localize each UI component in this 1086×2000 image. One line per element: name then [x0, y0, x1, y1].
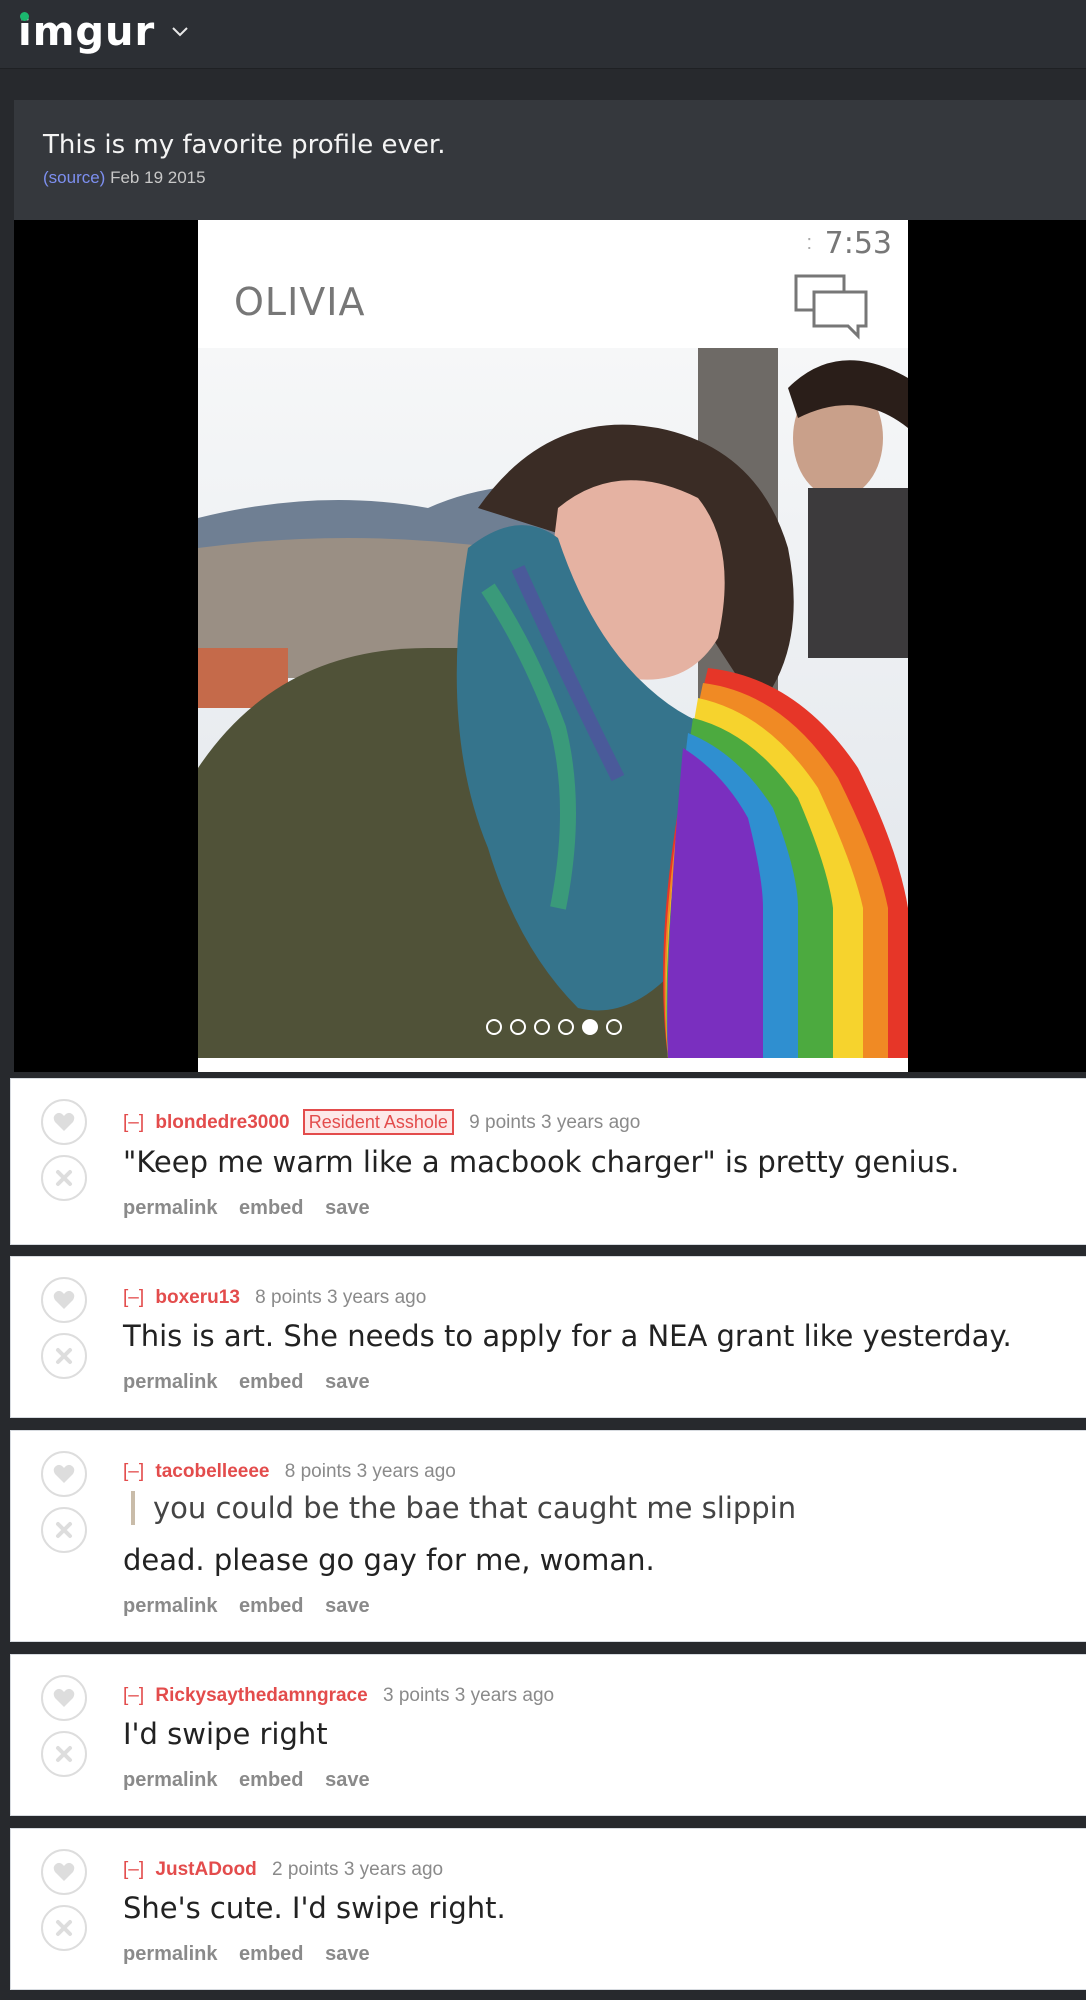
vote-controls [41, 1849, 91, 1951]
comment-author[interactable]: blondedre3000 [155, 1112, 289, 1133]
save-link[interactable]: save [325, 1197, 370, 1219]
embed-link[interactable]: embed [239, 1371, 303, 1393]
comment: [–] tacobelleeee 8 points 3 years ago yo… [10, 1430, 1086, 1642]
close-icon [56, 1348, 72, 1364]
post-image[interactable]: : 7:53 OLIVIA [14, 220, 1086, 1072]
chevron-down-icon[interactable] [171, 26, 189, 38]
close-icon [56, 1746, 72, 1762]
save-link[interactable]: save [325, 1371, 370, 1393]
permalink-link[interactable]: permalink [123, 1595, 217, 1617]
top-bar: imgur [0, 0, 1086, 69]
comment-actions: permalink embed save [123, 1371, 386, 1394]
comment-points: 8 points 3 years ago [255, 1287, 427, 1308]
upvote-button[interactable] [41, 1277, 87, 1323]
save-link[interactable]: save [325, 1595, 370, 1617]
comment: [–] boxeru13 8 points 3 years ago This i… [10, 1256, 1086, 1418]
collapse-toggle[interactable]: [–] [123, 1685, 144, 1706]
vote-controls [41, 1099, 91, 1201]
post-header: This is my favorite profile ever. (sourc… [14, 100, 1086, 220]
permalink-link[interactable]: permalink [123, 1371, 217, 1393]
comment-body: She's cute. I'd swipe right. [123, 1891, 506, 1925]
phone-screenshot: : 7:53 OLIVIA [198, 220, 908, 1072]
upvote-button[interactable] [41, 1675, 87, 1721]
embed-link[interactable]: embed [239, 1769, 303, 1791]
vote-controls [41, 1675, 91, 1777]
permalink-link[interactable]: permalink [123, 1943, 217, 1965]
close-icon [56, 1920, 72, 1936]
comment-points: 3 points 3 years ago [382, 1685, 555, 1706]
comment-author[interactable]: JustADood [155, 1859, 256, 1880]
embed-link[interactable]: embed [239, 1595, 303, 1617]
upvote-button[interactable] [41, 1451, 87, 1497]
comment-points: 9 points 3 years ago [469, 1112, 641, 1133]
permalink-link[interactable]: permalink [123, 1769, 217, 1791]
close-icon [56, 1522, 72, 1538]
heart-icon [53, 1688, 75, 1707]
downvote-button[interactable] [41, 1155, 87, 1201]
profile-name: OLIVIA [234, 280, 366, 324]
save-link[interactable]: save [325, 1769, 370, 1791]
upvote-button[interactable] [41, 1849, 87, 1895]
profile-photo [198, 348, 908, 1058]
comment-header: [–] Rickysaythedamngrace 3 points 3 year… [123, 1685, 554, 1707]
downvote-button[interactable] [41, 1905, 87, 1951]
downvote-button[interactable] [41, 1507, 87, 1553]
vote-controls [41, 1277, 91, 1379]
comment-actions: permalink embed save [123, 1943, 386, 1966]
comment-header: [–] JustADood 2 points 3 years ago [123, 1859, 443, 1881]
embed-link[interactable]: embed [239, 1197, 303, 1219]
imgur-logo[interactable]: imgur [18, 9, 155, 55]
chat-bubbles-icon [794, 274, 868, 340]
comment-author[interactable]: boxeru13 [155, 1287, 239, 1308]
comment-actions: permalink embed save [123, 1197, 386, 1220]
post-meta: (source) Feb 19 2015 [43, 168, 206, 188]
source-link[interactable]: (source) [43, 168, 105, 187]
comment-actions: permalink embed save [123, 1595, 386, 1618]
comment-body: dead. please go gay for me, woman. [123, 1543, 655, 1577]
close-icon [56, 1170, 72, 1186]
carousel-dots[interactable] [198, 1015, 908, 1039]
comment-points: 2 points 3 years ago [272, 1859, 444, 1880]
permalink-link[interactable]: permalink [123, 1197, 217, 1219]
upvote-button[interactable] [41, 1099, 87, 1145]
comment: [–] blondedre3000 Resident Asshole 9 poi… [10, 1078, 1086, 1245]
comment-author[interactable]: tacobelleeee [155, 1461, 269, 1482]
phone-time: 7:53 [824, 226, 892, 261]
comment-header: [–] boxeru13 8 points 3 years ago [123, 1287, 426, 1309]
comment-points: 8 points 3 years ago [284, 1461, 456, 1482]
comment-author[interactable]: Rickysaythedamngrace [155, 1685, 367, 1706]
collapse-toggle[interactable]: [–] [123, 1859, 144, 1880]
comment-header: [–] blondedre3000 Resident Asshole 9 poi… [123, 1109, 640, 1135]
downvote-button[interactable] [41, 1333, 87, 1379]
comment-actions: permalink embed save [123, 1769, 386, 1792]
collapse-toggle[interactable]: [–] [123, 1287, 144, 1308]
save-link[interactable]: save [325, 1943, 370, 1965]
heart-icon [53, 1112, 75, 1131]
logo-dot [20, 12, 29, 21]
comment: [–] Rickysaythedamngrace 3 points 3 year… [10, 1654, 1086, 1816]
heart-icon [53, 1862, 75, 1881]
embed-link[interactable]: embed [239, 1943, 303, 1965]
user-flair: Resident Asshole [302, 1109, 454, 1135]
comment-header: [–] tacobelleeee 8 points 3 years ago [123, 1461, 456, 1483]
comment-quote: you could be the bae that caught me slip… [131, 1491, 796, 1525]
status-indicator: : [806, 232, 812, 254]
heart-icon [53, 1464, 75, 1483]
comment-body: This is art. She needs to apply for a NE… [123, 1319, 1012, 1353]
comment-body: I'd swipe right [123, 1717, 328, 1751]
downvote-button[interactable] [41, 1731, 87, 1777]
comment-body: "Keep me warm like a macbook charger" is… [123, 1145, 960, 1179]
vote-controls [41, 1451, 91, 1553]
collapse-toggle[interactable]: [–] [123, 1461, 144, 1482]
heart-icon [53, 1290, 75, 1309]
post-title: This is my favorite profile ever. [43, 130, 446, 160]
collapse-toggle[interactable]: [–] [123, 1112, 144, 1133]
comment: [–] JustADood 2 points 3 years ago She's… [10, 1828, 1086, 1990]
logo-menu[interactable]: imgur [18, 8, 189, 56]
post-date: Feb 19 2015 [110, 168, 206, 187]
